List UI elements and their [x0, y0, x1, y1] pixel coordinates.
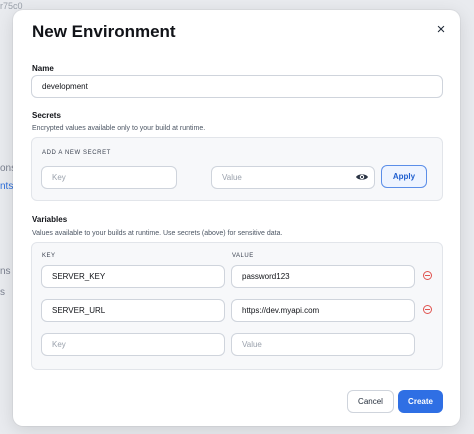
- remove-variable-icon[interactable]: [423, 305, 432, 314]
- key-column-header: KEY: [42, 253, 56, 259]
- name-input[interactable]: development: [31, 75, 443, 98]
- variables-description: Values available to your builds at runti…: [32, 230, 283, 237]
- variable-key-input[interactable]: SERVER_URL: [41, 299, 225, 322]
- secret-value-input[interactable]: Value: [211, 166, 375, 189]
- eye-icon[interactable]: [355, 172, 369, 182]
- secrets-description: Encrypted values available only to your …: [32, 125, 206, 132]
- close-icon[interactable]: ×: [434, 22, 448, 37]
- name-label: Name: [32, 64, 54, 73]
- variable-value-input[interactable]: https://dev.myapi.com: [231, 299, 415, 322]
- variable-key-input[interactable]: SERVER_KEY: [41, 265, 225, 288]
- secret-key-input[interactable]: Key: [41, 166, 177, 189]
- value-column-header: VALUE: [232, 253, 254, 259]
- create-button[interactable]: Create: [398, 390, 443, 413]
- modal-title: New Environment: [32, 22, 176, 41]
- background-nav-fragment: ns: [0, 266, 11, 277]
- add-secret-heading: ADD A NEW SECRET: [42, 150, 111, 156]
- cancel-button[interactable]: Cancel: [347, 390, 394, 413]
- variable-value-input[interactable]: password123: [231, 265, 415, 288]
- remove-variable-icon[interactable]: [423, 271, 432, 280]
- new-variable-value-input[interactable]: Value: [231, 333, 415, 356]
- apply-button[interactable]: Apply: [381, 165, 427, 188]
- new-environment-modal: New Environment × Name development Secre…: [13, 10, 460, 426]
- new-variable-key-input[interactable]: Key: [41, 333, 225, 356]
- background-nav-fragment-active: nts: [0, 181, 14, 192]
- secrets-label: Secrets: [32, 111, 61, 120]
- variables-label: Variables: [32, 215, 68, 224]
- background-nav-fragment: s: [0, 287, 5, 298]
